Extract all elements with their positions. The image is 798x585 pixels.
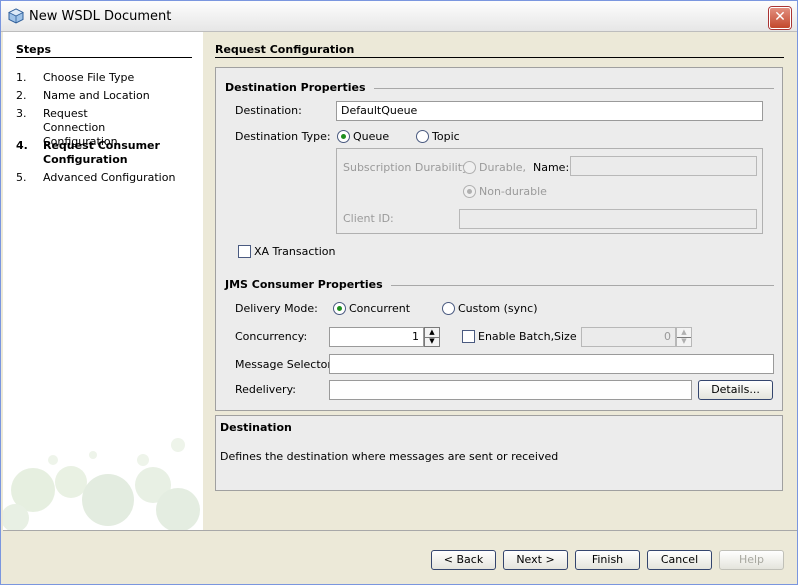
step-number: 5. xyxy=(16,171,27,184)
destination-field[interactable]: DefaultQueue xyxy=(336,101,763,121)
queue-radio[interactable] xyxy=(337,130,350,143)
redelivery-label: Redelivery: xyxy=(235,383,296,396)
topic-radio[interactable] xyxy=(416,130,429,143)
footer-divider xyxy=(3,530,797,531)
topic-label: Topic xyxy=(432,130,460,143)
details-button[interactable]: Details... xyxy=(698,380,773,400)
step-label: Choose File Type xyxy=(43,71,135,84)
step-label: Advanced Configuration xyxy=(43,171,176,184)
concurrency-field[interactable]: 1 xyxy=(329,327,424,347)
subscription-name-field[interactable] xyxy=(570,156,757,176)
page-title: Request Configuration xyxy=(215,43,355,56)
cancel-button[interactable]: Cancel xyxy=(647,550,712,570)
section-divider xyxy=(386,285,774,286)
concurrent-radio[interactable] xyxy=(333,302,346,315)
size-label: Size xyxy=(554,330,577,343)
batch-size-field[interactable]: 0 xyxy=(581,327,676,347)
xa-transaction-checkbox[interactable] xyxy=(238,245,251,258)
xa-transaction-label: XA Transaction xyxy=(254,245,336,258)
decorative-bubbles xyxy=(3,438,200,530)
section-divider xyxy=(356,88,774,89)
step-number: 4. xyxy=(16,139,28,152)
title-bar: New WSDL Document ✕ xyxy=(1,1,797,32)
topic-options-panel: Subscription Durability: Durable, Name: … xyxy=(336,148,763,234)
message-selector-label: Message Selector: xyxy=(235,358,336,371)
help-button[interactable]: Help xyxy=(719,550,784,570)
consumer-section-title: JMS Consumer Properties xyxy=(225,278,391,291)
client-id-field[interactable] xyxy=(459,209,757,229)
custom-sync-radio[interactable] xyxy=(442,302,455,315)
help-text: Defines the destination where messages a… xyxy=(220,450,559,463)
step-label: Request Consumer Configuration xyxy=(43,139,160,166)
subscription-durability-label: Subscription Durability: xyxy=(343,161,472,174)
destination-section-title: Destination Properties xyxy=(225,81,374,94)
step-label: Name and Location xyxy=(43,89,150,102)
step-number: 3. xyxy=(16,107,27,120)
wizard-window: New WSDL Document ✕ Steps 1. Choose File… xyxy=(0,0,798,585)
queue-label: Queue xyxy=(353,130,390,143)
spinner-down-icon[interactable]: ▼ xyxy=(677,337,691,346)
concurrent-label: Concurrent xyxy=(349,302,411,315)
title-divider xyxy=(215,57,784,58)
close-button[interactable]: ✕ xyxy=(769,7,791,29)
non-durable-radio[interactable] xyxy=(463,185,476,198)
durable-label: Durable, xyxy=(479,161,527,174)
batch-size-spinner[interactable]: ▲ ▼ xyxy=(676,327,692,347)
delivery-mode-label: Delivery Mode: xyxy=(235,302,318,315)
spinner-down-icon[interactable]: ▼ xyxy=(425,337,439,346)
concurrency-spinner[interactable]: ▲ ▼ xyxy=(424,327,440,347)
window-title: New WSDL Document xyxy=(29,9,172,24)
non-durable-label: Non-durable xyxy=(479,185,547,198)
configuration-panel: Destination Properties Destination: Defa… xyxy=(215,67,783,411)
step-number: 2. xyxy=(16,89,27,102)
help-panel: Destination Defines the destination wher… xyxy=(215,415,783,491)
destination-label: Destination: xyxy=(235,104,302,117)
client-id-label: Client ID: xyxy=(343,212,394,225)
destination-type-label: Destination Type: xyxy=(235,130,331,143)
step-number: 1. xyxy=(16,71,27,84)
enable-batch-checkbox[interactable] xyxy=(462,330,475,343)
message-selector-field[interactable] xyxy=(329,354,774,374)
name-label: Name: xyxy=(533,161,570,174)
netbeans-cube-icon xyxy=(8,8,24,24)
next-button[interactable]: Next > xyxy=(503,550,568,570)
durable-radio[interactable] xyxy=(463,161,476,174)
steps-title: Steps xyxy=(16,43,52,56)
help-title: Destination xyxy=(220,421,292,434)
close-icon: ✕ xyxy=(774,9,786,25)
back-button[interactable]: < Back xyxy=(431,550,496,570)
steps-panel: Steps 1. Choose File Type 2. Name and Lo… xyxy=(3,32,203,530)
enable-batch-label: Enable Batch, xyxy=(478,330,555,343)
redelivery-field[interactable] xyxy=(329,380,692,400)
finish-button[interactable]: Finish xyxy=(575,550,640,570)
steps-divider xyxy=(16,57,192,58)
concurrency-label: Concurrency: xyxy=(235,330,308,343)
custom-sync-label: Custom (sync) xyxy=(458,302,538,315)
